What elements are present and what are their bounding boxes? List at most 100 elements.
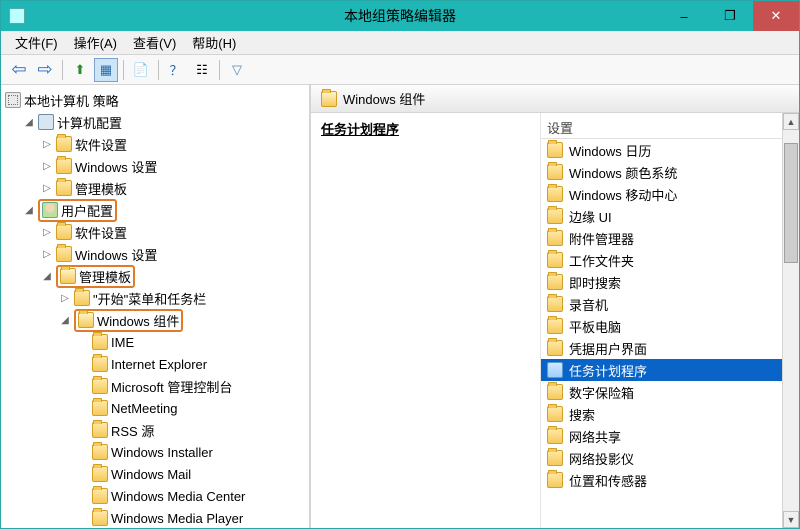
tree-ms-console[interactable]: Microsoft 管理控制台 (75, 375, 307, 397)
expander-icon[interactable]: ◢ (23, 117, 35, 128)
folder-icon (547, 274, 563, 290)
tree-admin-templates-u[interactable]: ◢ 管理模板 (39, 265, 307, 287)
folder-icon (92, 378, 108, 394)
up-button[interactable]: ⬆ (68, 58, 92, 82)
tree-win-media-center[interactable]: Windows Media Center (75, 485, 307, 507)
tree-windows-settings-u[interactable]: ▷Windows 设置 (39, 243, 307, 265)
tree-label: RSS 源 (111, 421, 154, 440)
forward-button[interactable]: ⇨ (33, 58, 57, 82)
list-item[interactable]: 任务计划程序 (541, 359, 799, 381)
folder-icon (74, 290, 90, 306)
scrollbar[interactable]: ▲ ▼ (782, 113, 799, 528)
properties-button[interactable]: ☷ (190, 58, 214, 82)
expander-icon[interactable]: ◢ (23, 205, 35, 216)
tree-windows-settings[interactable]: ▷Windows 设置 (39, 155, 307, 177)
menu-action[interactable]: 操作(A) (66, 31, 125, 54)
tree-label: Windows Installer (111, 445, 213, 460)
menu-file[interactable]: 文件(F) (7, 31, 66, 54)
settings-list: 设置 Windows 日历Windows 颜色系统Windows 移动中心边缘 … (541, 113, 799, 528)
tree-win-installer[interactable]: Windows Installer (75, 441, 307, 463)
back-button[interactable]: ⇦ (7, 58, 31, 82)
help-icon: ？ (169, 60, 182, 79)
list-item[interactable]: 录音机 (541, 293, 799, 315)
toolbar-separator (62, 60, 63, 80)
menubar: 文件(F) 操作(A) 查看(V) 帮助(H) (1, 31, 799, 55)
list-item[interactable]: 数字保险箱 (541, 381, 799, 403)
expander-icon[interactable]: ◢ (59, 315, 71, 326)
tree-label: Windows 组件 (97, 311, 179, 330)
toolbar-separator (123, 60, 124, 80)
show-tree-button[interactable]: ▦ (94, 58, 118, 82)
tree-win-media-player[interactable]: Windows Media Player (75, 507, 307, 528)
tree-label: Windows Media Center (111, 489, 245, 504)
expander-icon[interactable]: ▷ (59, 293, 71, 304)
tree-label: 计算机配置 (57, 113, 122, 132)
folder-icon (547, 142, 563, 158)
list-item[interactable]: 网络投影仪 (541, 447, 799, 469)
expander-icon[interactable]: ◢ (41, 271, 53, 282)
list-item[interactable]: 网络共享 (541, 425, 799, 447)
arrow-right-icon: ⇨ (37, 59, 52, 80)
minimize-button[interactable]: – (661, 1, 707, 31)
list-item[interactable]: 平板电脑 (541, 315, 799, 337)
folder-icon (92, 422, 108, 438)
tree-root[interactable]: 本地计算机 策略 (3, 89, 307, 111)
list-item[interactable]: 位置和传感器 (541, 469, 799, 491)
scroll-thumb[interactable] (784, 143, 798, 263)
details-header: Windows 组件 (311, 85, 799, 113)
scroll-up-button[interactable]: ▲ (783, 113, 799, 130)
tree-start-menu-taskbar[interactable]: ▷"开始"菜单和任务栏 (57, 287, 307, 309)
list-item[interactable]: 即时搜索 (541, 271, 799, 293)
scroll-down-button[interactable]: ▼ (783, 511, 799, 528)
tree-label: 用户配置 (61, 201, 113, 220)
menu-help[interactable]: 帮助(H) (184, 31, 244, 54)
tree-software-settings-u[interactable]: ▷ 软件设置 (39, 221, 307, 243)
close-button[interactable]: ✕ (753, 1, 799, 31)
settings-column-header[interactable]: 设置 (541, 117, 799, 139)
export-button[interactable]: 📄 (129, 58, 153, 82)
tree-ime[interactable]: IME (75, 331, 307, 353)
tree-user-config[interactable]: ◢ 用户配置 (21, 199, 307, 221)
list-item-label: 任务计划程序 (569, 361, 647, 380)
filter-button[interactable]: ▽ (225, 58, 249, 82)
folder-icon (547, 186, 563, 202)
expander-icon[interactable]: ▷ (41, 227, 53, 238)
list-item[interactable]: 搜索 (541, 403, 799, 425)
window-title: 本地组策略编辑器 (344, 6, 456, 26)
folder-icon (547, 252, 563, 268)
expander-icon[interactable]: ▷ (41, 139, 53, 150)
list-item[interactable]: 附件管理器 (541, 227, 799, 249)
expander-icon[interactable]: ▷ (41, 183, 53, 194)
tree-win-mail[interactable]: Windows Mail (75, 463, 307, 485)
list-item[interactable]: Windows 移动中心 (541, 183, 799, 205)
tree-ie[interactable]: Internet Explorer (75, 353, 307, 375)
tree-label: 管理模板 (79, 267, 131, 286)
expander-icon[interactable]: ▷ (41, 249, 53, 260)
help-tool-button[interactable]: ？ (164, 58, 188, 82)
tree-software-settings[interactable]: ▷软件设置 (39, 133, 307, 155)
folder-icon (547, 406, 563, 422)
maximize-button[interactable]: ❐ (707, 1, 753, 31)
folder-icon (547, 296, 563, 312)
tree-admin-templates[interactable]: ▷管理模板 (39, 177, 307, 199)
list-item[interactable]: Windows 颜色系统 (541, 161, 799, 183)
expander-icon[interactable]: ▷ (41, 161, 53, 172)
tree-netmeeting[interactable]: NetMeeting (75, 397, 307, 419)
list-item[interactable]: Windows 日历 (541, 139, 799, 161)
tree-windows-components[interactable]: ◢ Windows 组件 (57, 309, 307, 331)
list-item[interactable]: 工作文件夹 (541, 249, 799, 271)
list-item[interactable]: 边缘 UI (541, 205, 799, 227)
tree-pane: 本地计算机 策略 ◢ 计算机配置 ▷软件设置 ▷Windows 设置 ▷管理模板 (1, 85, 311, 528)
list-item[interactable]: 凭据用户界面 (541, 337, 799, 359)
user-icon (42, 202, 58, 218)
tree-label: 软件设置 (75, 223, 127, 242)
tree-rss[interactable]: RSS 源 (75, 419, 307, 441)
menu-view[interactable]: 查看(V) (125, 31, 184, 54)
up-icon: ⬆ (75, 62, 86, 78)
properties-icon: ☷ (196, 62, 208, 78)
tree-computer-config[interactable]: ◢ 计算机配置 (21, 111, 307, 133)
folder-icon (547, 450, 563, 466)
folder-icon (56, 224, 72, 240)
folder-icon (92, 488, 108, 504)
titlebar: 本地组策略编辑器 – ❐ ✕ (1, 1, 799, 31)
